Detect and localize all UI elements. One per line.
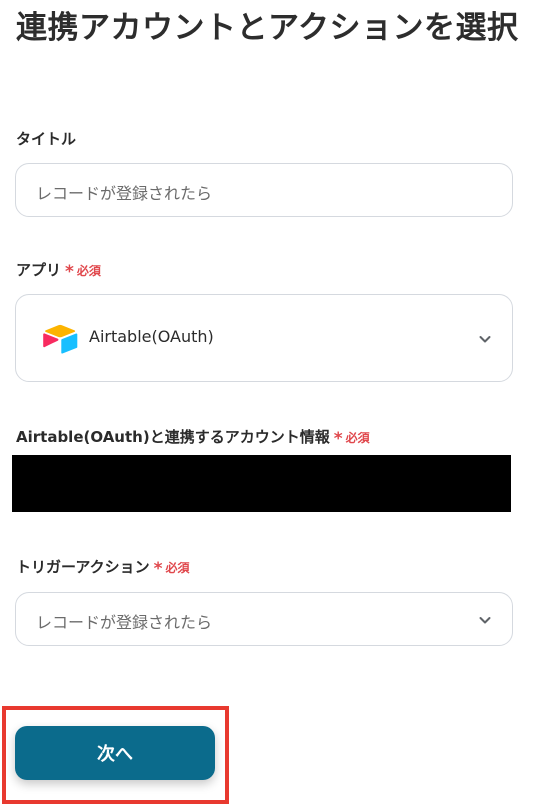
trigger-select-value: レコードが登録されたら — [36, 613, 213, 632]
next-button-label: 次へ — [97, 744, 133, 765]
required-star: * — [333, 429, 343, 449]
required-star: * — [65, 262, 74, 282]
app-select-value: Airtable(OAuth) — [89, 327, 214, 346]
next-button[interactable]: 次へ — [15, 726, 215, 780]
app-select[interactable]: Airtable(OAuth) — [15, 294, 513, 382]
title-input[interactable]: レコードが登録されたら — [15, 163, 513, 217]
required-badge: 必須 — [76, 264, 101, 278]
account-label-text: Airtable(OAuth)と連携するアカウント情報 — [16, 428, 330, 446]
account-select-redacted[interactable] — [12, 455, 511, 512]
trigger-action-select[interactable]: レコードが登録されたら — [15, 592, 513, 646]
required-badge: 必須 — [345, 431, 370, 445]
title-field-label: タイトル — [16, 128, 76, 149]
trigger-label-text: トリガーアクション — [16, 558, 150, 576]
required-star: * — [153, 559, 163, 579]
required-badge: 必須 — [165, 561, 190, 575]
title-label-text: タイトル — [16, 130, 77, 148]
page: 連携アカウントとアクションを選択 タイトル レコードが登録されたら アプリ * 必須… — [0, 0, 545, 804]
app-label-text: アプリ — [16, 261, 62, 279]
page-title: 連携アカウントとアクションを選択 — [16, 10, 519, 46]
app-field-label: アプリ * 必須 — [16, 259, 101, 282]
airtable-logo-icon — [43, 324, 78, 354]
chevron-down-icon — [479, 617, 491, 624]
account-field-label: Airtable(OAuth)と連携するアカウント情報 * 必須 — [16, 426, 370, 449]
trigger-field-label: トリガーアクション * 必須 — [16, 556, 190, 579]
chevron-down-icon — [479, 336, 491, 343]
title-input-value: レコードが登録されたら — [36, 184, 213, 203]
